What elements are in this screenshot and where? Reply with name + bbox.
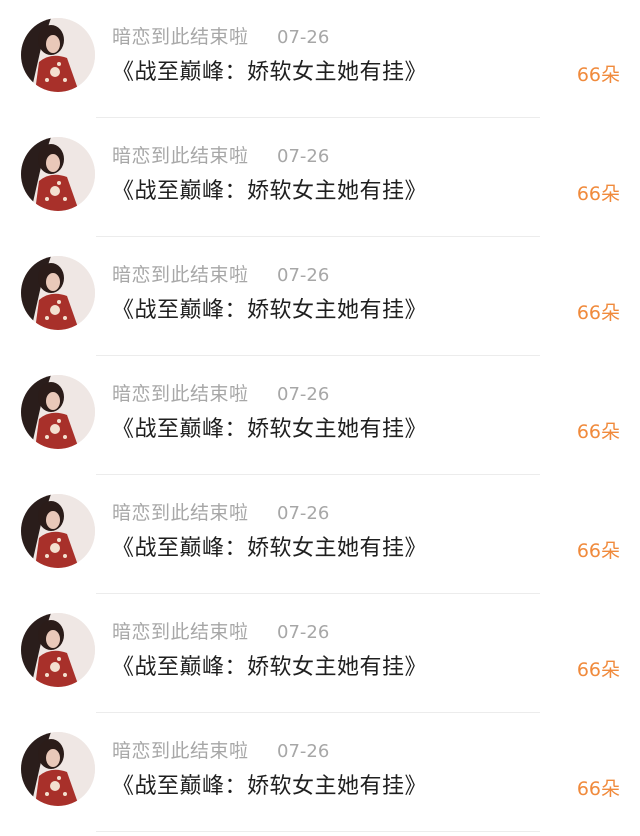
divider [96,236,540,237]
post-date: 07-26 [277,27,330,48]
avatar-icon[interactable] [21,732,95,806]
book-title[interactable]: 《战至巅峰：娇软女主她有挂》 [112,295,427,327]
book-title[interactable]: 《战至巅峰：娇软女主她有挂》 [112,414,427,446]
avatar-icon[interactable] [21,18,95,92]
post-date: 07-26 [277,503,330,524]
book-title[interactable]: 《战至巅峰：娇软女主她有挂》 [112,176,427,208]
username[interactable]: 暗恋到此结束啦 [112,619,249,645]
flower-count: 66朵 [576,540,620,562]
gift-list: 暗恋到此结束啦 07-26 《战至巅峰：娇软女主她有挂》 66朵 暗恋到此结束啦… [0,0,640,836]
flower-count: 66朵 [576,64,620,86]
list-item[interactable]: 暗恋到此结束啦 07-26 《战至巅峰：娇软女主她有挂》 66朵 [0,0,640,119]
list-item[interactable]: 暗恋到此结束啦 07-26 《战至巅峰：娇软女主她有挂》 66朵 [0,357,640,476]
post-date: 07-26 [277,146,330,167]
post-date: 07-26 [277,741,330,762]
username[interactable]: 暗恋到此结束啦 [112,381,249,407]
post-date: 07-26 [277,265,330,286]
book-title[interactable]: 《战至巅峰：娇软女主她有挂》 [112,57,427,89]
avatar-icon[interactable] [21,375,95,449]
username[interactable]: 暗恋到此结束啦 [112,262,249,288]
username[interactable]: 暗恋到此结束啦 [112,24,249,50]
book-title[interactable]: 《战至巅峰：娇软女主她有挂》 [112,533,427,565]
username[interactable]: 暗恋到此结束啦 [112,500,249,526]
post-date: 07-26 [277,384,330,405]
flower-count: 66朵 [576,421,620,443]
avatar-icon[interactable] [21,256,95,330]
book-title[interactable]: 《战至巅峰：娇软女主她有挂》 [112,652,427,684]
flower-count: 66朵 [576,302,620,324]
list-item[interactable]: 暗恋到此结束啦 07-26 《战至巅峰：娇软女主她有挂》 66朵 [0,476,640,595]
list-item[interactable]: 暗恋到此结束啦 07-26 《战至巅峰：娇软女主她有挂》 66朵 [0,238,640,357]
divider [96,593,540,594]
list-item[interactable]: 暗恋到此结束啦 07-26 《战至巅峰：娇软女主她有挂》 66朵 [0,714,640,833]
flower-count: 66朵 [576,778,620,800]
list-item[interactable]: 暗恋到此结束啦 07-26 《战至巅峰：娇软女主她有挂》 66朵 [0,595,640,714]
avatar-icon[interactable] [21,613,95,687]
avatar-icon[interactable] [21,137,95,211]
book-title[interactable]: 《战至巅峰：娇软女主她有挂》 [112,771,427,803]
divider [96,117,540,118]
username[interactable]: 暗恋到此结束啦 [112,143,249,169]
post-date: 07-26 [277,622,330,643]
divider [96,355,540,356]
username[interactable]: 暗恋到此结束啦 [112,738,249,764]
flower-count: 66朵 [576,659,620,681]
divider [96,712,540,713]
avatar-icon[interactable] [21,494,95,568]
list-item[interactable]: 暗恋到此结束啦 07-26 《战至巅峰：娇软女主她有挂》 66朵 [0,119,640,238]
divider [96,474,540,475]
flower-count: 66朵 [576,183,620,205]
divider [96,831,540,832]
